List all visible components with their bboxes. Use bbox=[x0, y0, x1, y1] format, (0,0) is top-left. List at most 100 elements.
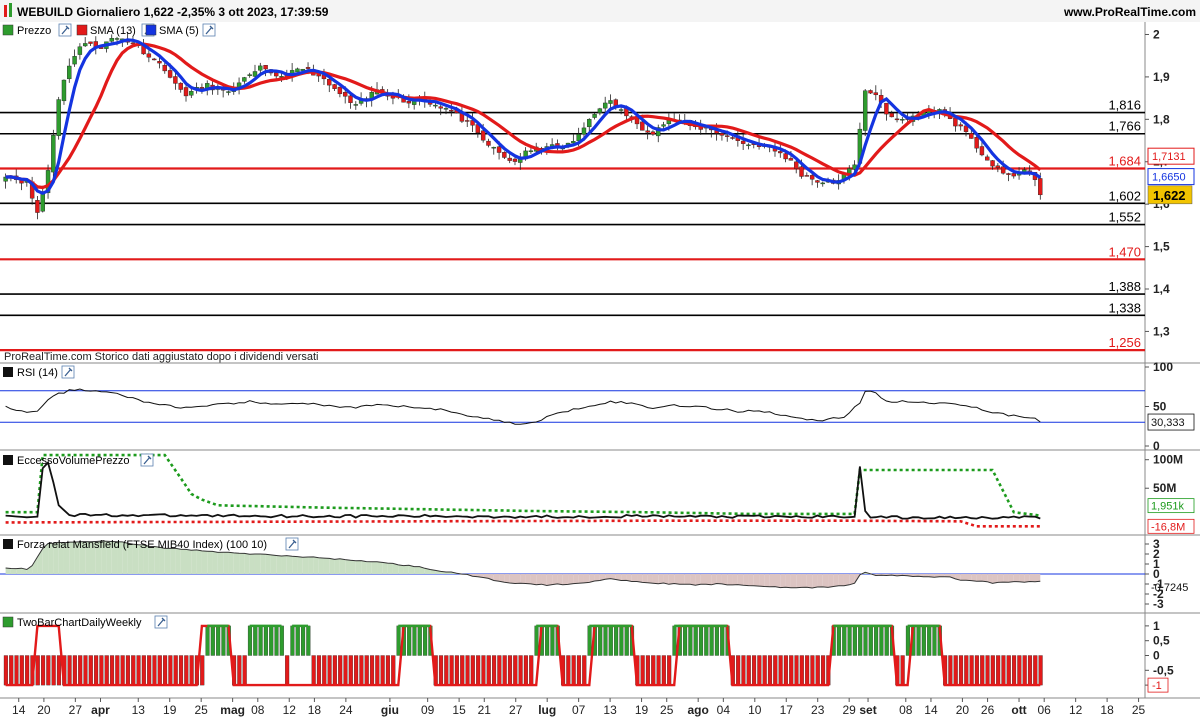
x-tick-label: 09 bbox=[421, 703, 435, 717]
y-tick-label: 0,5 bbox=[1153, 634, 1170, 648]
twobar-daily-bar bbox=[492, 655, 497, 686]
candle-body bbox=[353, 104, 359, 106]
twobar-daily-bar bbox=[746, 655, 751, 686]
y-tick-label: 1,8 bbox=[1153, 112, 1170, 126]
mansfield-area bbox=[212, 551, 218, 574]
twobar-daily-bar bbox=[974, 655, 979, 686]
mansfield-area bbox=[1019, 574, 1025, 583]
mansfield-area bbox=[583, 574, 590, 583]
twobar-daily-bar bbox=[550, 625, 555, 656]
x-tick-label: 14 bbox=[12, 703, 26, 717]
twobar-daily-bar bbox=[465, 655, 470, 686]
mansfield-area bbox=[504, 574, 510, 584]
twobar-daily-bar bbox=[767, 655, 773, 686]
support-level-label: 1,388 bbox=[1108, 279, 1141, 294]
candle-body bbox=[247, 74, 252, 76]
dividend-note: ProRealTime.com Storico dati aggiustato … bbox=[4, 351, 318, 363]
wrench-icon[interactable] bbox=[58, 23, 72, 37]
twobar-daily-bar bbox=[714, 625, 719, 656]
wrench-icon[interactable] bbox=[140, 453, 154, 467]
y-tick-label: 100 bbox=[1153, 360, 1173, 374]
mansfield-area bbox=[254, 553, 261, 574]
candle-body bbox=[167, 70, 173, 78]
x-tick-label: 20 bbox=[37, 703, 51, 717]
mansfield-area bbox=[339, 558, 346, 574]
x-tick-label: 18 bbox=[308, 703, 322, 717]
twobar-daily-bar bbox=[757, 655, 762, 686]
mansfield-area bbox=[345, 559, 351, 574]
twobar-daily-bar bbox=[354, 655, 359, 686]
wrench-icon[interactable] bbox=[285, 537, 299, 551]
candle-body bbox=[889, 113, 894, 118]
twobar-daily-bar bbox=[40, 655, 46, 686]
support-level-label: 1,338 bbox=[1108, 300, 1141, 315]
x-tick-label: 21 bbox=[478, 703, 492, 717]
twobar-daily-bar bbox=[698, 625, 704, 656]
mansfield-area bbox=[721, 574, 728, 585]
mansfield-area bbox=[843, 574, 850, 586]
twobar-daily-bar bbox=[874, 625, 879, 656]
candle-body bbox=[88, 41, 93, 44]
twobar-daily-bar bbox=[322, 655, 327, 686]
twobar-title-label: TwoBarChartDailyWeekly bbox=[17, 617, 142, 629]
mansfield-area bbox=[180, 549, 187, 574]
site-link[interactable]: www.ProRealTime.com bbox=[1063, 5, 1196, 19]
x-axis: 14 20 27 apr 13 19 25 mag 08 12 18 24 giu 09 15 21 27 lug… bbox=[12, 698, 1146, 717]
twobar-daily-bar bbox=[507, 655, 513, 686]
candle-body bbox=[650, 131, 656, 135]
mansfield-area bbox=[276, 555, 282, 574]
wrench-icon[interactable] bbox=[202, 23, 216, 37]
mansfield-area bbox=[355, 560, 362, 574]
twobar-daily-bar bbox=[157, 655, 162, 686]
candle-body bbox=[995, 165, 1001, 168]
candle-body bbox=[953, 117, 958, 127]
x-tick-label: 29 bbox=[842, 703, 856, 717]
twobar-daily-bar bbox=[900, 655, 905, 686]
mansfield-area bbox=[568, 574, 574, 585]
wrench-icon[interactable] bbox=[154, 615, 168, 629]
candle-body bbox=[581, 127, 587, 135]
candle-body bbox=[512, 158, 518, 162]
candle-body bbox=[443, 108, 449, 110]
twobar-daily-bar bbox=[661, 655, 666, 686]
twobar-daily-bar bbox=[438, 655, 444, 686]
volume-last-label: -16,8M bbox=[1151, 521, 1185, 533]
wrench-icon[interactable] bbox=[61, 365, 75, 379]
twobar-daily-bar bbox=[985, 655, 990, 686]
candle-body bbox=[438, 106, 443, 109]
twobar-daily-bar bbox=[820, 655, 826, 686]
mansfield-area bbox=[562, 574, 569, 585]
x-tick-label: mag bbox=[220, 703, 245, 717]
twobar-daily-bar bbox=[449, 655, 454, 686]
twobar-daily-bar bbox=[1038, 655, 1043, 686]
y-tick-label: -0,5 bbox=[1153, 663, 1174, 677]
twobar-daily-bar bbox=[879, 625, 884, 656]
twobar-daily-bar bbox=[14, 655, 19, 686]
mansfield-area bbox=[774, 574, 781, 588]
price-legend: Prezzo SMA (13) SMA (5) bbox=[2, 23, 216, 37]
support-level-label: 1,470 bbox=[1108, 244, 1141, 259]
trading-chart[interactable]: 21,91,81,71,61,51,41,31,8161,7661,6841,6… bbox=[0, 0, 1200, 720]
candle-body bbox=[56, 99, 61, 136]
support-level-label: 1,552 bbox=[1108, 210, 1141, 225]
twobar-daily-bar bbox=[608, 625, 613, 656]
mansfield-area bbox=[817, 574, 823, 587]
legend-swatch-mansfield bbox=[3, 539, 13, 549]
mansfield-area bbox=[260, 553, 266, 574]
support-level-label: 1,816 bbox=[1108, 98, 1141, 113]
twobar-daily-bar bbox=[736, 655, 741, 686]
candle-body bbox=[449, 109, 454, 112]
twobar-daily-bar bbox=[51, 655, 56, 686]
twobar-daily-bar bbox=[412, 625, 417, 656]
candle-body bbox=[640, 121, 645, 131]
x-tick-label: ott bbox=[1011, 703, 1026, 717]
twobar-daily-bar bbox=[253, 625, 258, 656]
twobar-daily-bar bbox=[534, 625, 539, 656]
twobar-daily-bar bbox=[794, 655, 799, 686]
twobar-daily-bar bbox=[35, 655, 40, 686]
legend-label-sma13: SMA (13) bbox=[90, 25, 136, 37]
candle-body bbox=[794, 161, 799, 169]
twobar-daily-bar bbox=[316, 655, 322, 686]
mansfield-area bbox=[509, 574, 515, 584]
candle-body bbox=[337, 86, 343, 95]
